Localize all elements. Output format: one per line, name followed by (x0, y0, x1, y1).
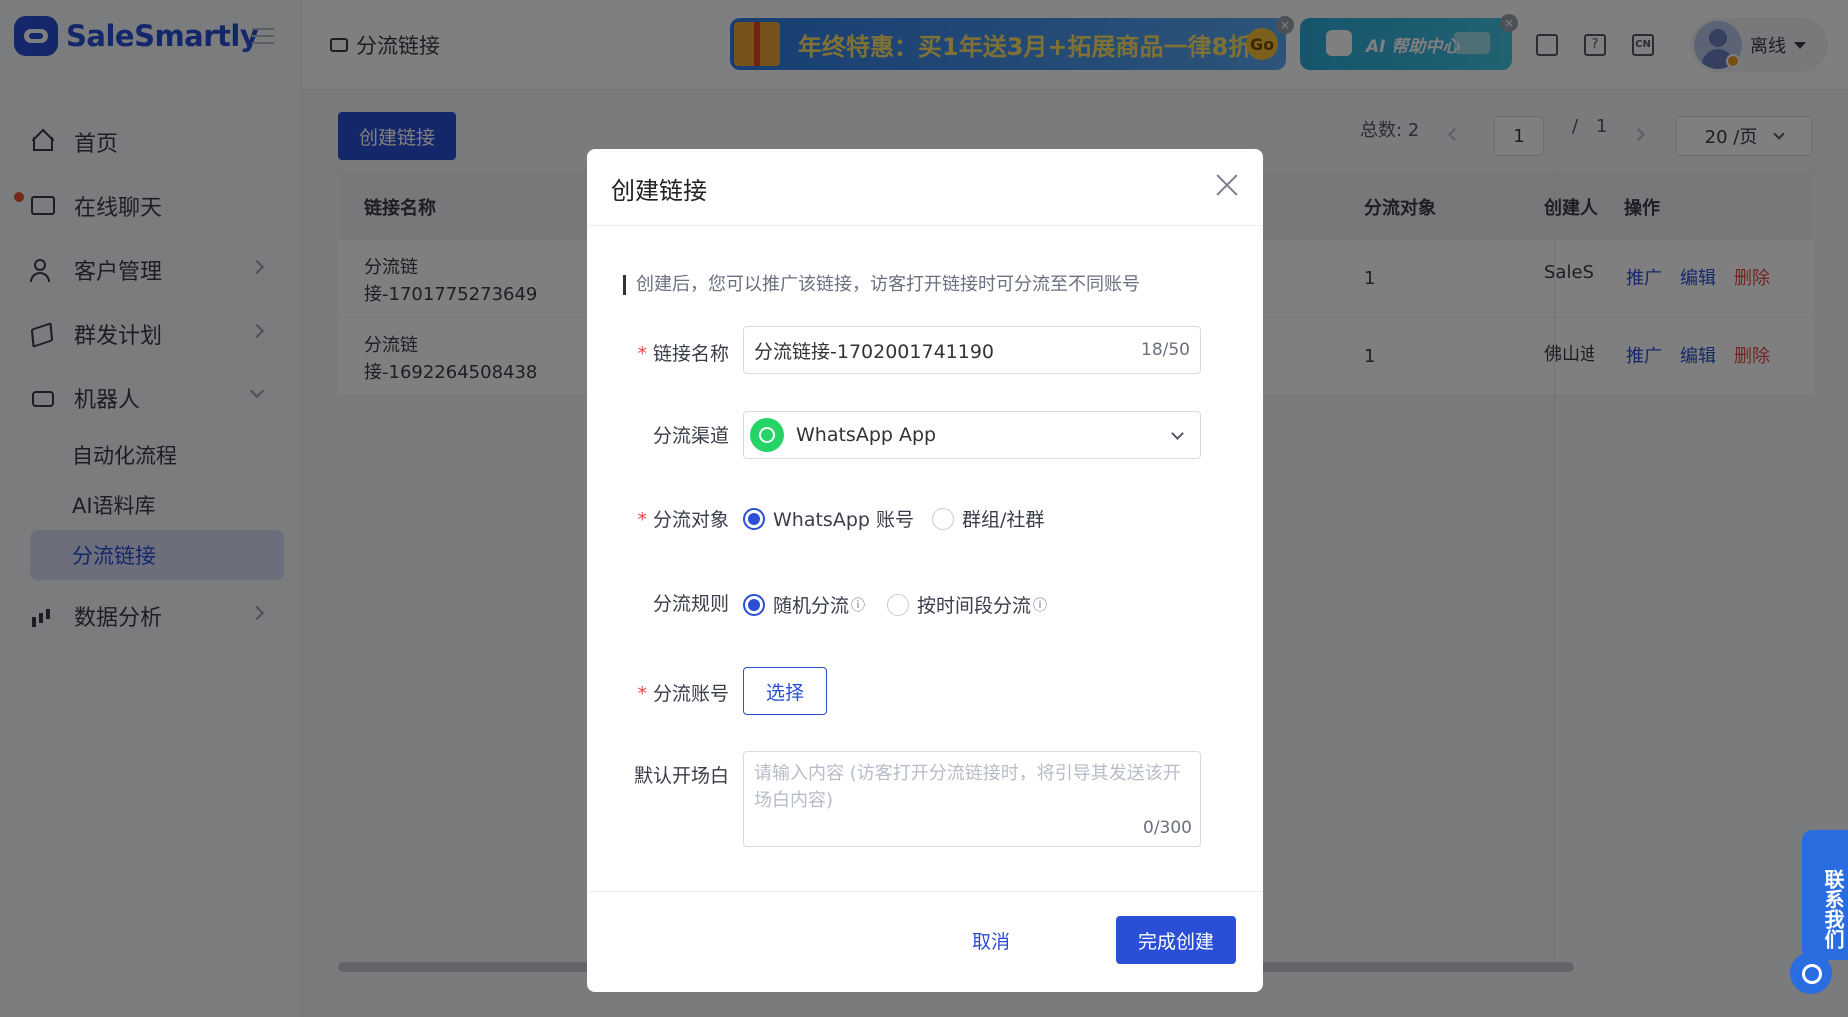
cancel-button[interactable]: 取消 (967, 925, 1015, 955)
required-mark: * (637, 683, 647, 705)
chat-bubble-icon[interactable] (1790, 952, 1832, 994)
rule-label: 分流规则 (652, 593, 729, 615)
link-name-label: * 链接名称 (637, 339, 729, 366)
select-account-button[interactable]: 选择 (743, 667, 827, 715)
divider (587, 225, 1263, 226)
radio-label[interactable]: 群组/社群 (962, 505, 1044, 532)
greeting-placeholder: 请输入内容 (访客打开分流链接时，将引导其发送该开场白内容) (754, 763, 1181, 811)
rule-radio-group: 随机分流 ⓘ 按时间段分流 ⓘ (743, 591, 1069, 618)
divider (587, 891, 1263, 892)
channel-select[interactable]: WhatsApp App (743, 411, 1201, 459)
link-name-input[interactable]: 分流链接-1702001741190 18/50 (743, 326, 1201, 374)
greeting-textarea[interactable]: 请输入内容 (访客打开分流链接时，将引导其发送该开场白内容) 0/300 (743, 751, 1201, 847)
close-icon[interactable] (1215, 173, 1239, 197)
target-radio-group: WhatsApp 账号 群组/社群 (743, 505, 1062, 532)
confirm-create-button[interactable]: 完成创建 (1116, 916, 1236, 964)
char-count: 0/300 (1143, 818, 1192, 838)
app-root: SaleSmartly 首页 在线聊天 客户管理 群发计划 (0, 0, 1848, 1017)
radio-label[interactable]: 按时间段分流 (917, 591, 1031, 618)
radio-random[interactable] (743, 593, 765, 616)
contact-us-button[interactable]: 联系我们 (1802, 830, 1848, 960)
link-name-value: 分流链接-1702001741190 (754, 340, 995, 363)
radio-time-based[interactable] (887, 593, 910, 616)
radio-group-community[interactable] (931, 507, 954, 530)
dialog-title: 创建链接 (611, 177, 707, 205)
label-text: 链接名称 (652, 343, 729, 365)
channel-label: 分流渠道 (652, 425, 729, 447)
chevron-down-icon (1171, 427, 1184, 440)
info-icon[interactable]: ⓘ (1033, 595, 1047, 615)
info-icon[interactable]: ⓘ (851, 595, 865, 615)
label-text: 分流对象 (652, 509, 729, 531)
radio-label[interactable]: WhatsApp 账号 (773, 505, 914, 532)
greeting-label: 默认开场白 (633, 765, 729, 787)
required-mark: * (637, 343, 647, 365)
channel-value: WhatsApp App (796, 424, 937, 446)
account-label: * 分流账号 (637, 679, 729, 706)
char-count: 18/50 (1141, 340, 1190, 360)
dialog-hint: 创建后，您可以推广该链接，访客打开链接时可分流至不同账号 (623, 275, 1140, 295)
label-text: 分流账号 (652, 683, 729, 705)
whatsapp-icon (750, 418, 784, 452)
create-link-dialog: 创建链接 创建后，您可以推广该链接，访客打开链接时可分流至不同账号 * 链接名称 … (587, 149, 1263, 992)
required-mark: * (637, 509, 647, 531)
target-label: * 分流对象 (637, 505, 729, 532)
radio-label[interactable]: 随机分流 (773, 591, 849, 618)
radio-whatsapp-account[interactable] (743, 507, 765, 530)
